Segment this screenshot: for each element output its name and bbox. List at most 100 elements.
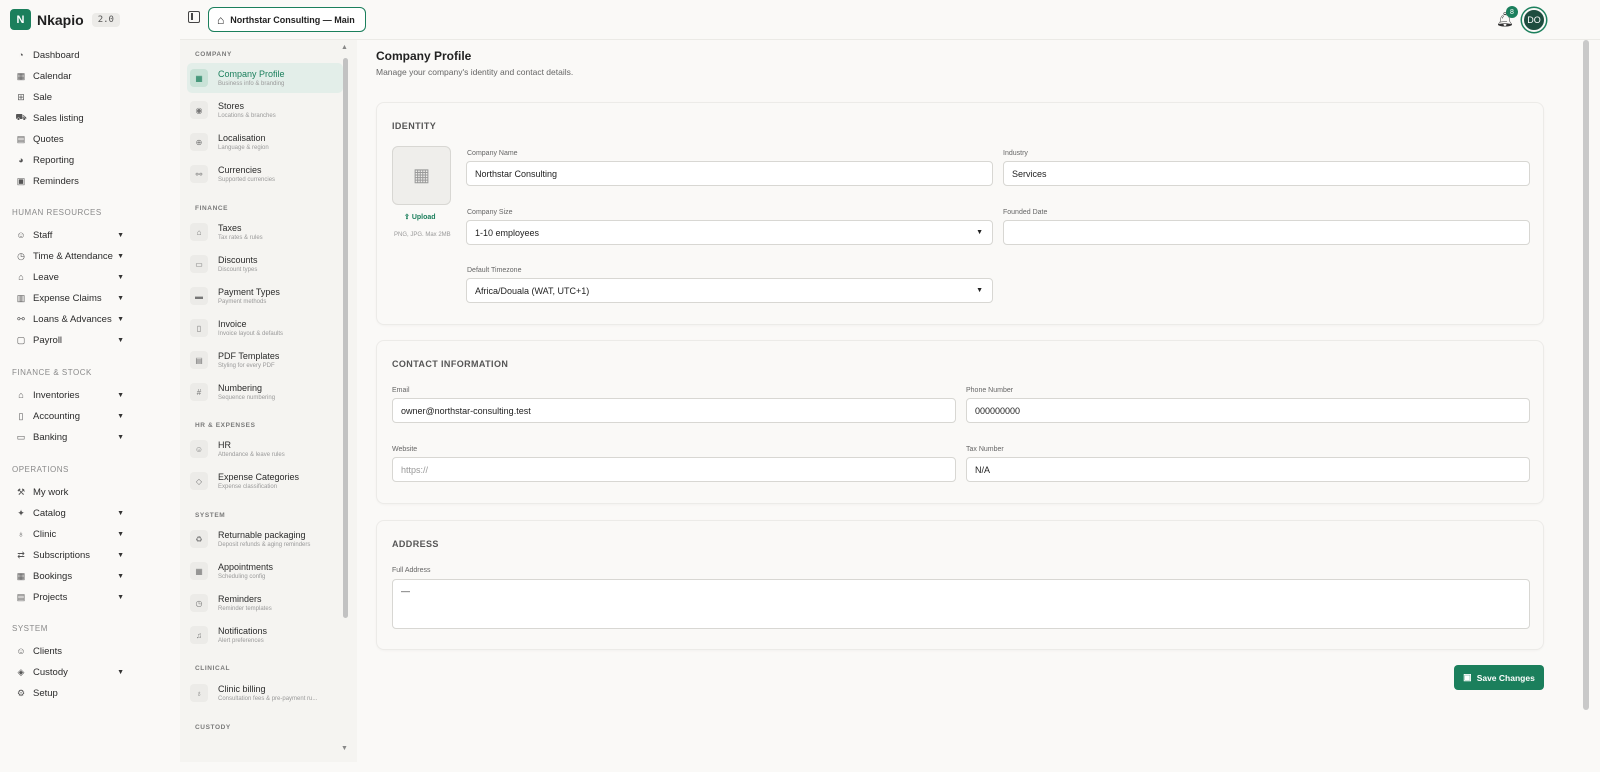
settings-item-company-profile[interactable]: ▦ Company Profile Business info & branding [187, 63, 343, 93]
store-selector[interactable]: ⌂ Northstar Consulting — Main [208, 7, 366, 32]
settings-item-appointments[interactable]: ▦ Appointments Scheduling config [187, 556, 343, 586]
founded-date-input[interactable] [1003, 220, 1530, 245]
settings-item-returnable-packaging[interactable]: ♻ Returnable packaging Deposit refunds & a… [187, 524, 343, 554]
chevron-down-icon: ▼ [117, 273, 124, 281]
email-input[interactable]: owner@northstar-consulting.test [392, 398, 956, 423]
receipt-icon: ▥ [16, 292, 26, 303]
tag-icon: ◇ [190, 472, 208, 490]
nav-custody[interactable]: ◈ Custody ▼ [16, 663, 124, 681]
nav-setup[interactable]: ⚙ Setup [16, 684, 124, 702]
sale-icon: ⊞ [17, 91, 25, 102]
tax-number-input[interactable]: N/A [966, 457, 1530, 482]
settings-item-taxes[interactable]: ⌂ Taxes Tax rates & rules [187, 217, 343, 247]
nav-section-hr: HUMAN RESOURCES [12, 208, 102, 217]
settings-section-hr: HR & EXPENSES [195, 422, 256, 429]
settings-item-numbering[interactable]: # Numbering Sequence numbering [187, 377, 343, 407]
nav-reporting[interactable]: ◕ Reporting [16, 151, 124, 169]
settings-item-expense-categories[interactable]: ◇ Expense Categories Expense classificatio… [187, 466, 343, 496]
scroll-down-icon[interactable]: ▼ [341, 745, 348, 752]
website-input[interactable]: https:// [392, 457, 956, 482]
nav-my-work[interactable]: ⚒ My work [16, 483, 124, 501]
sidebar-toggle-icon[interactable] [188, 11, 200, 23]
avatar[interactable]: DO [1522, 8, 1546, 32]
brand-name: Nkapio [37, 11, 84, 28]
settings-item-payment-types[interactable]: ▬ Payment Types Payment methods [187, 281, 343, 311]
contact-card: CONTACT INFORMATION Email owner@northsta… [376, 340, 1544, 504]
upload-button[interactable]: ⇪ Upload [404, 213, 436, 221]
loans-icon: ⚯ [17, 313, 25, 324]
nav-banking[interactable]: ▭ Banking ▼ [16, 428, 124, 446]
dashboard-icon: ◔ [18, 50, 24, 60]
scroll-up-icon[interactable]: ▲ [341, 44, 348, 51]
settings-item-hr[interactable]: ☺ HR Attendance & leave rules [187, 434, 343, 464]
nav-clients[interactable]: ☺ Clients [16, 642, 124, 660]
hash-icon: # [190, 383, 208, 401]
chevron-down-icon: ▼ [117, 315, 124, 323]
card-title: ADDRESS [392, 539, 439, 549]
nav-projects[interactable]: ▤ Projects ▼ [16, 588, 124, 606]
settings-item-discounts[interactable]: ▭ Discounts Discount types [187, 249, 343, 279]
warehouse-icon: ⌂ [18, 390, 24, 400]
wrench-icon: ⚒ [16, 486, 26, 497]
settings-scrollbar[interactable] [343, 58, 348, 618]
timezone-select[interactable]: Africa/Douala (WAT, UTC+1) ▼ [466, 278, 993, 303]
building-icon: ▦ [412, 165, 430, 185]
coins-icon: ⚯ [190, 165, 208, 183]
nav-clinic[interactable]: ♁ Clinic ▼ [16, 525, 124, 543]
recycle-icon: ♻ [190, 530, 208, 548]
full-address-label: Full Address [392, 567, 431, 574]
chevron-down-icon: ▼ [117, 509, 124, 517]
settings-item-clinic-billing[interactable]: ♁ Clinic billing Consultation fees & pre-p… [187, 678, 343, 708]
nav-dashboard[interactable]: ◔ Dashboard [16, 46, 124, 64]
nav-quotes[interactable]: ▤ Quotes [16, 130, 124, 148]
main-content: Company Profile Manage your company's id… [362, 40, 1552, 772]
settings-item-invoice[interactable]: ▯ Invoice Invoice layout & defaults [187, 313, 343, 343]
nav-reminders[interactable]: ▣ Reminders [16, 172, 124, 190]
nav-bookings[interactable]: ▦ Bookings ▼ [16, 567, 124, 585]
stethoscope-icon: ♁ [17, 529, 25, 539]
nav-payroll[interactable]: ▢ Payroll ▼ [16, 331, 124, 349]
email-label: Email [392, 387, 410, 394]
notification-badge: 8 [1506, 6, 1518, 18]
nav-leave[interactable]: ⌂ Leave ▼ [16, 268, 124, 286]
company-name-input[interactable]: Northstar Consulting [466, 161, 993, 186]
globe-icon: ⊕ [190, 133, 208, 151]
phone-label: Phone Number [966, 387, 1014, 394]
settings-item-localisation[interactable]: ⊕ Localisation Language & region [187, 127, 343, 157]
founded-date-label: Founded Date [1003, 209, 1048, 216]
settings-item-currencies[interactable]: ⚯ Currencies Supported currencies [187, 159, 343, 189]
caret-down-icon: ▼ [976, 287, 983, 294]
nav-loans-advances[interactable]: ⚯ Loans & Advances ▼ [16, 310, 124, 328]
nav-time-attendance[interactable]: ◷ Time & Attendance ▼ [16, 247, 124, 265]
nav-catalog[interactable]: ✦ Catalog ▼ [16, 504, 124, 522]
settings-item-pdf-templates[interactable]: ▤ PDF Templates Styling for every PDF [187, 345, 343, 375]
nav-subscriptions[interactable]: ⇄ Subscriptions ▼ [16, 546, 124, 564]
gear-icon: ⚙ [16, 687, 26, 698]
phone-input[interactable]: 000000000 [966, 398, 1530, 423]
leave-icon: ⌂ [18, 272, 24, 282]
nav-expense-claims[interactable]: ▥ Expense Claims ▼ [16, 289, 124, 307]
save-changes-button[interactable]: ▣ Save Changes [1454, 665, 1544, 690]
nav-accounting[interactable]: ▯ Accounting ▼ [16, 407, 124, 425]
main-scrollbar[interactable] [1583, 40, 1589, 710]
nav-sales-listing[interactable]: ⛟ Sales listing [15, 109, 124, 127]
location-icon: ◉ [190, 101, 208, 119]
box-icon: ◈ [17, 666, 25, 677]
nav-staff[interactable]: ☺ Staff ▼ [16, 226, 124, 244]
company-size-label: Company Size [467, 209, 513, 216]
full-address-textarea[interactable]: — [392, 579, 1530, 629]
brand[interactable]: N Nkapio 2.0 [10, 9, 120, 30]
settings-item-reminders[interactable]: ◷ Reminders Reminder templates [187, 588, 343, 618]
industry-label: Industry [1003, 150, 1028, 157]
settings-section-clinical: CLINICAL [195, 665, 231, 672]
settings-section-custody: CUSTODY [195, 724, 231, 731]
industry-input[interactable]: Services [1003, 161, 1530, 186]
nav-calendar[interactable]: ▦ Calendar [16, 67, 124, 85]
settings-item-notifications[interactable]: ♫ Notifications Alert preferences [187, 620, 343, 650]
logo-placeholder[interactable]: ▦ [392, 146, 451, 205]
nav-inventories[interactable]: ⌂ Inventories ▼ [16, 386, 124, 404]
projects-icon: ▤ [16, 591, 26, 602]
settings-item-stores[interactable]: ◉ Stores Locations & branches [187, 95, 343, 125]
company-size-select[interactable]: 1-10 employees ▼ [466, 220, 993, 245]
nav-sale[interactable]: ⊞ Sale [16, 88, 124, 106]
